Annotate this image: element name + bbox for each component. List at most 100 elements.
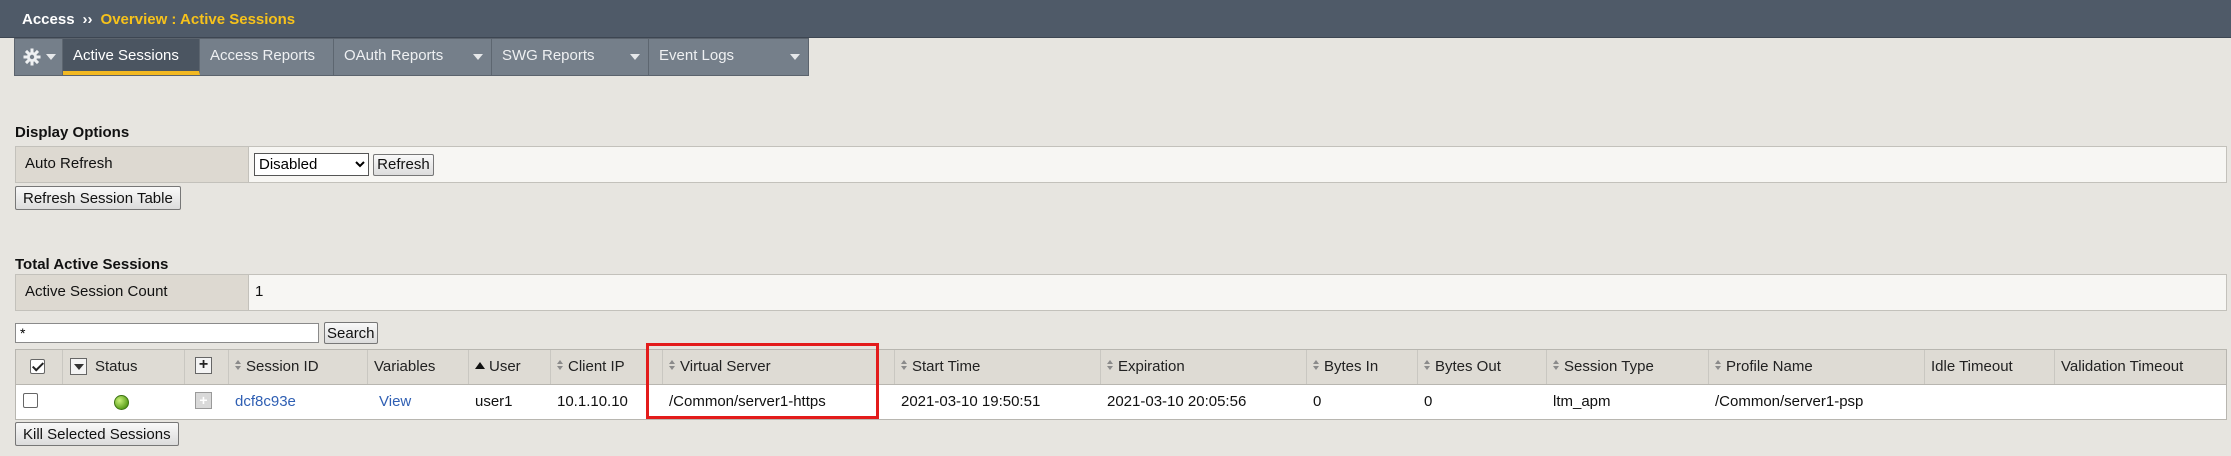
header-label: User	[489, 358, 521, 375]
auto-refresh-select[interactable]: Disabled	[254, 153, 369, 176]
table-row: + dcf8c93e View user1 10.1.10.10 /Common…	[16, 385, 2226, 419]
tab-label: Active Sessions	[73, 47, 179, 64]
header-label: Bytes In	[1324, 358, 1379, 375]
chevron-down-icon	[790, 54, 800, 60]
cell-start-time: 2021-03-10 19:50:51	[901, 393, 1041, 410]
header-label: Session Type	[1564, 358, 1654, 375]
chevron-down-icon	[46, 54, 56, 60]
row-status-cell	[63, 385, 185, 419]
total-sessions-title: Total Active Sessions	[15, 256, 169, 273]
sort-icon	[1107, 360, 1114, 372]
sort-icon	[1313, 360, 1320, 372]
breadcrumb-root[interactable]: Access	[22, 11, 75, 28]
header-label: Profile Name	[1726, 358, 1813, 375]
header-start-time[interactable]: Start Time	[895, 350, 1101, 384]
row-expand-cell: +	[185, 385, 229, 419]
tab-swg-reports[interactable]: SWG Reports	[492, 39, 649, 75]
chevron-down-icon	[630, 54, 640, 60]
session-count-label: Active Session Count	[16, 275, 249, 310]
top-bar: Access ›› Overview : Active Sessions	[0, 0, 2231, 38]
tab-label: SWG Reports	[502, 47, 595, 64]
header-label: Session ID	[246, 358, 319, 375]
tab-bar: Active Sessions Access Reports OAuth Rep…	[14, 38, 809, 76]
row-checkbox[interactable]	[23, 393, 38, 408]
sort-icon	[235, 360, 242, 372]
chevron-down-icon	[473, 54, 483, 60]
tab-event-logs[interactable]: Event Logs	[649, 39, 808, 75]
tab-oauth-reports[interactable]: OAuth Reports	[334, 39, 492, 75]
header-bytes-out[interactable]: Bytes Out	[1418, 350, 1547, 384]
expand-all-icon[interactable]: +	[195, 357, 212, 374]
header-session-id[interactable]: Session ID	[229, 350, 368, 384]
sort-ascending-icon	[475, 362, 485, 369]
kill-selected-sessions-button[interactable]: Kill Selected Sessions	[15, 422, 179, 446]
expand-all-cell: +	[185, 350, 229, 384]
cell-virtual-server: /Common/server1-https	[669, 393, 826, 410]
cell-profile-name: /Common/server1-psp	[1715, 393, 1864, 410]
sort-icon	[901, 360, 908, 372]
header-user[interactable]: User	[469, 350, 551, 384]
auto-refresh-label: Auto Refresh	[16, 147, 249, 182]
cell-expiration: 2021-03-10 20:05:56	[1107, 393, 1247, 410]
header-label: Expiration	[1118, 358, 1185, 375]
view-variables-link[interactable]: View	[368, 385, 469, 419]
header-session-type[interactable]: Session Type	[1547, 350, 1709, 384]
status-filter-dropdown[interactable]	[70, 358, 87, 375]
sort-icon	[1715, 360, 1722, 372]
tab-label: Access Reports	[210, 47, 316, 64]
header-label: Validation Timeout	[2061, 358, 2184, 375]
select-all-checkbox[interactable]	[30, 359, 45, 374]
tab-access-reports[interactable]: Access Reports	[200, 39, 334, 75]
expand-row-icon[interactable]: +	[195, 392, 212, 409]
cell-idle-timeout	[1925, 385, 2055, 419]
tab-label: Event Logs	[659, 47, 735, 64]
tab-active-sessions[interactable]: Active Sessions	[63, 39, 200, 75]
header-status[interactable]: Status	[63, 350, 185, 384]
header-variables: Variables	[368, 350, 469, 384]
session-count-row: Active Session Count 1	[15, 274, 2227, 311]
header-label: Bytes Out	[1435, 358, 1501, 375]
cell-user: user1	[475, 393, 513, 410]
settings-menu-tab[interactable]	[15, 39, 63, 75]
session-id-link[interactable]: dcf8c93e	[229, 385, 368, 419]
search-input[interactable]	[15, 323, 319, 343]
sort-icon	[557, 360, 564, 372]
header-label: Variables	[374, 358, 436, 375]
header-virtual-server[interactable]: Virtual Server	[663, 350, 895, 384]
header-validation-timeout: Validation Timeout	[2055, 350, 2226, 384]
display-options-title: Display Options	[15, 124, 130, 141]
refresh-session-table-button[interactable]: Refresh Session Table	[15, 186, 181, 210]
header-bytes-in[interactable]: Bytes In	[1307, 350, 1418, 384]
row-select-cell	[16, 385, 63, 419]
gear-icon	[23, 48, 41, 66]
breadcrumb-current: Overview : Active Sessions	[100, 11, 296, 28]
sort-icon	[1424, 360, 1431, 372]
refresh-button[interactable]: Refresh	[373, 153, 434, 176]
header-profile-name[interactable]: Profile Name	[1709, 350, 1925, 384]
header-label: Virtual Server	[680, 358, 771, 375]
sort-icon	[1553, 360, 1560, 372]
cell-client-ip: 10.1.10.10	[557, 393, 628, 410]
cell-bytes-out: 0	[1424, 393, 1433, 410]
tab-label: OAuth Reports	[344, 47, 444, 64]
header-idle-timeout: Idle Timeout	[1925, 350, 2055, 384]
sort-icon	[669, 360, 676, 372]
status-green-icon	[114, 395, 129, 410]
breadcrumb-separator: ››	[82, 11, 93, 28]
cell-validation-timeout	[2055, 385, 2226, 419]
header-label: Idle Timeout	[1931, 358, 2013, 375]
breadcrumb: Access ›› Overview : Active Sessions	[22, 11, 295, 28]
auto-refresh-controls: Disabled Refresh	[254, 153, 434, 188]
cell-bytes-in: 0	[1313, 393, 1322, 410]
header-label: Client IP	[568, 358, 625, 375]
header-status-label: Status	[95, 358, 138, 375]
table-header: Status + Session ID Variables User Clien…	[16, 350, 2226, 385]
search-button[interactable]: Search	[324, 322, 378, 344]
select-all-cell	[16, 350, 63, 384]
cell-session-type: ltm_apm	[1553, 393, 1611, 410]
header-label: Start Time	[912, 358, 981, 375]
header-expiration[interactable]: Expiration	[1101, 350, 1307, 384]
header-client-ip[interactable]: Client IP	[551, 350, 663, 384]
auto-refresh-row: Auto Refresh Disabled Refresh	[15, 146, 2227, 183]
session-count-value: 1	[255, 283, 264, 300]
